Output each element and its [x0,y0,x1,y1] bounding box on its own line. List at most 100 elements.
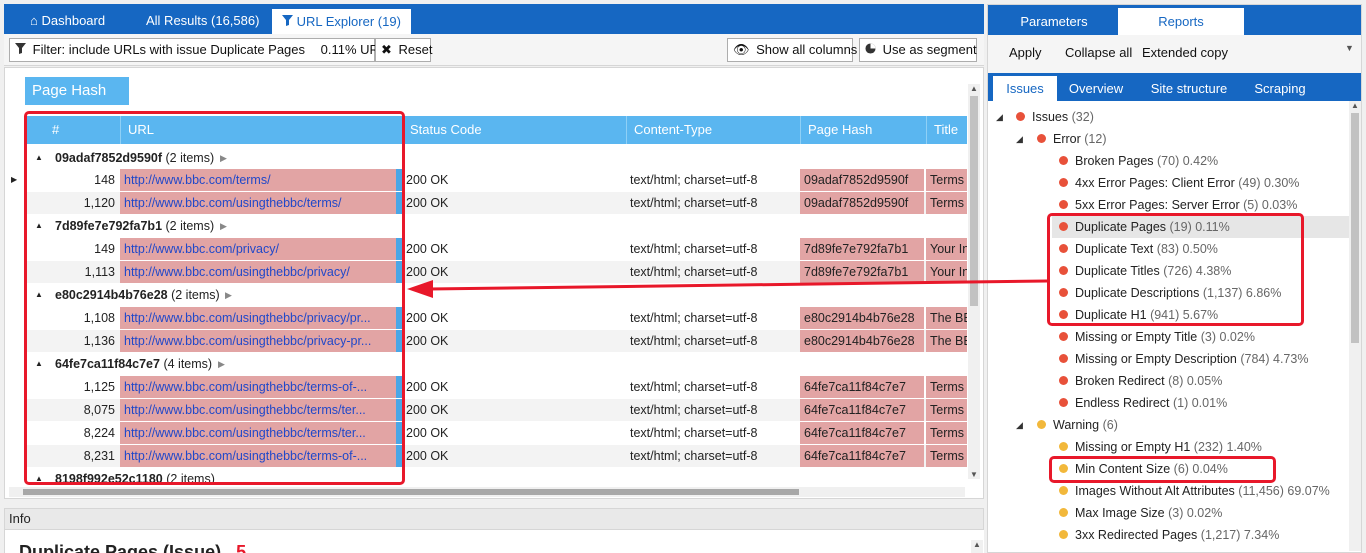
group-row[interactable]: ▲ 8198f992e52c1180 (2 items) [25,468,967,482]
scroll-thumb[interactable] [23,489,799,495]
scroll-up-icon[interactable]: ▲ [971,540,983,553]
chevron-down-icon[interactable]: ▼ [1345,43,1354,53]
issue-missing-h1[interactable]: Missing or Empty H1 (232) 1.40% [1059,436,1262,458]
scroll-up-icon[interactable]: ▲ [970,84,978,93]
tab-issues[interactable]: Issues [993,76,1057,101]
issue-missing-title[interactable]: Missing or Empty Title (3) 0.02% [1059,326,1255,348]
url-link[interactable]: http://www.bbc.com/terms/ [124,173,271,187]
issue-endless-redirect[interactable]: Endless Redirect (1) 0.01% [1059,392,1227,414]
issue-broken-redirect[interactable]: Broken Redirect (8) 0.05% [1059,370,1222,392]
issue-duplicate-text[interactable]: Duplicate Text (83) 0.50% [1059,238,1218,260]
issue-min-content-size[interactable]: Min Content Size (6) 0.04% [1059,458,1228,480]
table-row[interactable]: 1,120 http://www.bbc.com/usingthebbc/ter… [25,192,967,214]
collapse-arrow-icon[interactable]: ◢ [996,112,1003,123]
group-row[interactable]: ▲ 09adaf7852d9590f (2 items) ▶ [25,147,967,169]
filter-toolbar: Filter: include URLs with issue Duplicat… [4,34,984,66]
url-link[interactable]: http://www.bbc.com/usingthebbc/terms/ter… [124,403,366,417]
tab-all-results[interactable]: All Results (16,586) [136,8,269,34]
error-dot-icon [1059,266,1068,275]
issue-duplicate-titles[interactable]: Duplicate Titles (726) 4.38% [1059,260,1231,282]
url-link[interactable]: http://www.bbc.com/privacy/ [124,242,279,256]
url-link[interactable]: http://www.bbc.com/usingthebbc/terms-of-… [124,449,367,463]
url-link[interactable]: http://www.bbc.com/usingthebbc/privacy-p… [124,334,371,348]
scroll-down-icon[interactable]: ▼ [970,470,978,479]
collapse-arrow-icon[interactable]: ◢ [1016,134,1023,145]
issue-duplicate-pages[interactable]: Duplicate Pages (19) 0.11% [1059,216,1230,238]
grid-horizontal-scrollbar[interactable] [9,487,965,497]
tab-dashboard[interactable]: ⌂ Dashboard [20,8,115,34]
table-row[interactable]: 1,125 http://www.bbc.com/usingthebbc/ter… [25,376,967,398]
extended-copy-button[interactable]: Extended copy [1142,45,1228,60]
url-link[interactable]: http://www.bbc.com/usingthebbc/terms-of-… [124,380,367,394]
expand-arrow-icon[interactable]: ▶ [220,147,227,169]
scroll-thumb[interactable] [970,96,978,306]
expand-arrow-icon[interactable]: ▶ [225,284,232,306]
issue-missing-description[interactable]: Missing or Empty Description (784) 4.73% [1059,348,1308,370]
issue-duplicate-descriptions[interactable]: Duplicate Descriptions (1,137) 6.86% [1059,282,1281,304]
error-dot-icon [1059,354,1068,363]
table-row[interactable]: 149 http://www.bbc.com/privacy/ 200 OK t… [25,238,967,260]
issue-duplicate-h1[interactable]: Duplicate H1 (941) 5.67% [1059,304,1218,326]
warning-dot-icon [1059,442,1068,451]
tab-parameters[interactable]: Parameters [998,8,1110,35]
error-dot-icon [1059,178,1068,187]
table-row[interactable]: 8,224 http://www.bbc.com/usingthebbc/ter… [25,422,967,444]
tab-reports[interactable]: Reports [1118,8,1244,35]
scroll-thumb[interactable] [1351,113,1359,343]
url-link[interactable]: http://www.bbc.com/usingthebbc/terms/ter… [124,426,366,440]
collapse-arrow-icon[interactable]: ▲ [35,353,43,375]
tab-url-explorer[interactable]: URL Explorer (19) [271,8,412,34]
filter-button[interactable]: Filter: include URLs with issue Duplicat… [9,38,393,62]
col-header-page-hash[interactable]: Page Hash [800,116,926,144]
collapse-arrow-icon[interactable]: ▲ [35,215,43,237]
apply-button[interactable]: Apply [1009,45,1042,60]
table-row[interactable]: 1,136 http://www.bbc.com/usingthebbc/pri… [25,330,967,352]
issue-broken-pages[interactable]: Broken Pages (70) 0.42% [1059,150,1218,172]
issue-3xx-redirected-pages[interactable]: 3xx Redirected Pages (1,217) 7.34% [1059,524,1279,546]
tree-node-error[interactable]: Error (12) [1037,128,1107,150]
tree-node-issues[interactable]: Issues (32) [1016,106,1094,128]
expand-arrow-icon[interactable]: ▶ [220,215,227,237]
col-header-title[interactable]: Title [926,116,967,144]
issue-5xx-error-pages[interactable]: 5xx Error Pages: Server Error (5) 0.03% [1059,194,1297,216]
group-by-tag[interactable]: Page Hash [25,77,129,105]
issue-max-image-size[interactable]: Max Image Size (3) 0.02% [1059,502,1222,524]
collapse-arrow-icon[interactable]: ▲ [35,284,43,306]
col-header-number[interactable]: # [45,116,120,144]
expand-arrow-icon[interactable]: ▶ [218,353,225,375]
table-row[interactable]: ▶ 148 http://www.bbc.com/terms/ 200 OK t… [11,169,967,191]
issue-images-without-alt[interactable]: Images Without Alt Attributes (11,456) 6… [1059,480,1330,502]
tab-overview[interactable]: Overview [1061,76,1131,101]
url-link[interactable]: http://www.bbc.com/usingthebbc/terms/ [124,196,341,210]
url-link[interactable]: http://www.bbc.com/usingthebbc/privacy/p… [124,311,371,325]
tab-site-structure[interactable]: Site structure [1139,76,1239,101]
use-as-segment-button[interactable]: Use as segment [859,38,977,62]
collapse-all-button[interactable]: Collapse all [1065,45,1132,60]
pie-chart-icon [865,39,876,61]
table-row[interactable]: 8,075 http://www.bbc.com/usingthebbc/ter… [25,399,967,421]
collapse-arrow-icon[interactable]: ▲ [35,147,43,169]
error-dot-icon [1059,376,1068,385]
col-header-content-type[interactable]: Content-Type [626,116,800,144]
col-header-status-code[interactable]: Status Code [402,116,626,144]
table-row[interactable]: 8,231 http://www.bbc.com/usingthebbc/ter… [25,445,967,467]
issue-4xx-error-pages[interactable]: 4xx Error Pages: Client Error (49) 0.30% [1059,172,1299,194]
info-badge: 5 [236,542,247,553]
reports-actions: Apply Collapse all Extended copy ▼ [988,35,1361,73]
group-row[interactable]: ▲ 64fe7ca11f84c7e7 (4 items) ▶ [25,353,967,375]
col-header-url[interactable]: URL [120,116,402,144]
group-row[interactable]: ▲ 7d89fe7e792fa7b1 (2 items) ▶ [25,215,967,237]
url-link[interactable]: http://www.bbc.com/usingthebbc/privacy/ [124,265,350,279]
collapse-arrow-icon[interactable]: ▲ [35,468,43,482]
table-row[interactable]: 1,108 http://www.bbc.com/usingthebbc/pri… [25,307,967,329]
show-all-columns-button[interactable]: 👁 Show all columns [727,38,857,62]
tab-scraping[interactable]: Scraping [1244,76,1316,101]
error-dot-icon [1059,222,1068,231]
scroll-up-icon[interactable]: ▲ [1351,101,1359,110]
tree-node-warning[interactable]: Warning (6) [1037,414,1118,436]
error-dot-icon [1059,332,1068,341]
filter-icon [15,39,26,61]
reset-button[interactable]: ✖ Reset [375,38,433,62]
tree-vertical-scrollbar[interactable]: ▲ [1349,101,1361,551]
collapse-arrow-icon[interactable]: ◢ [1016,420,1023,431]
